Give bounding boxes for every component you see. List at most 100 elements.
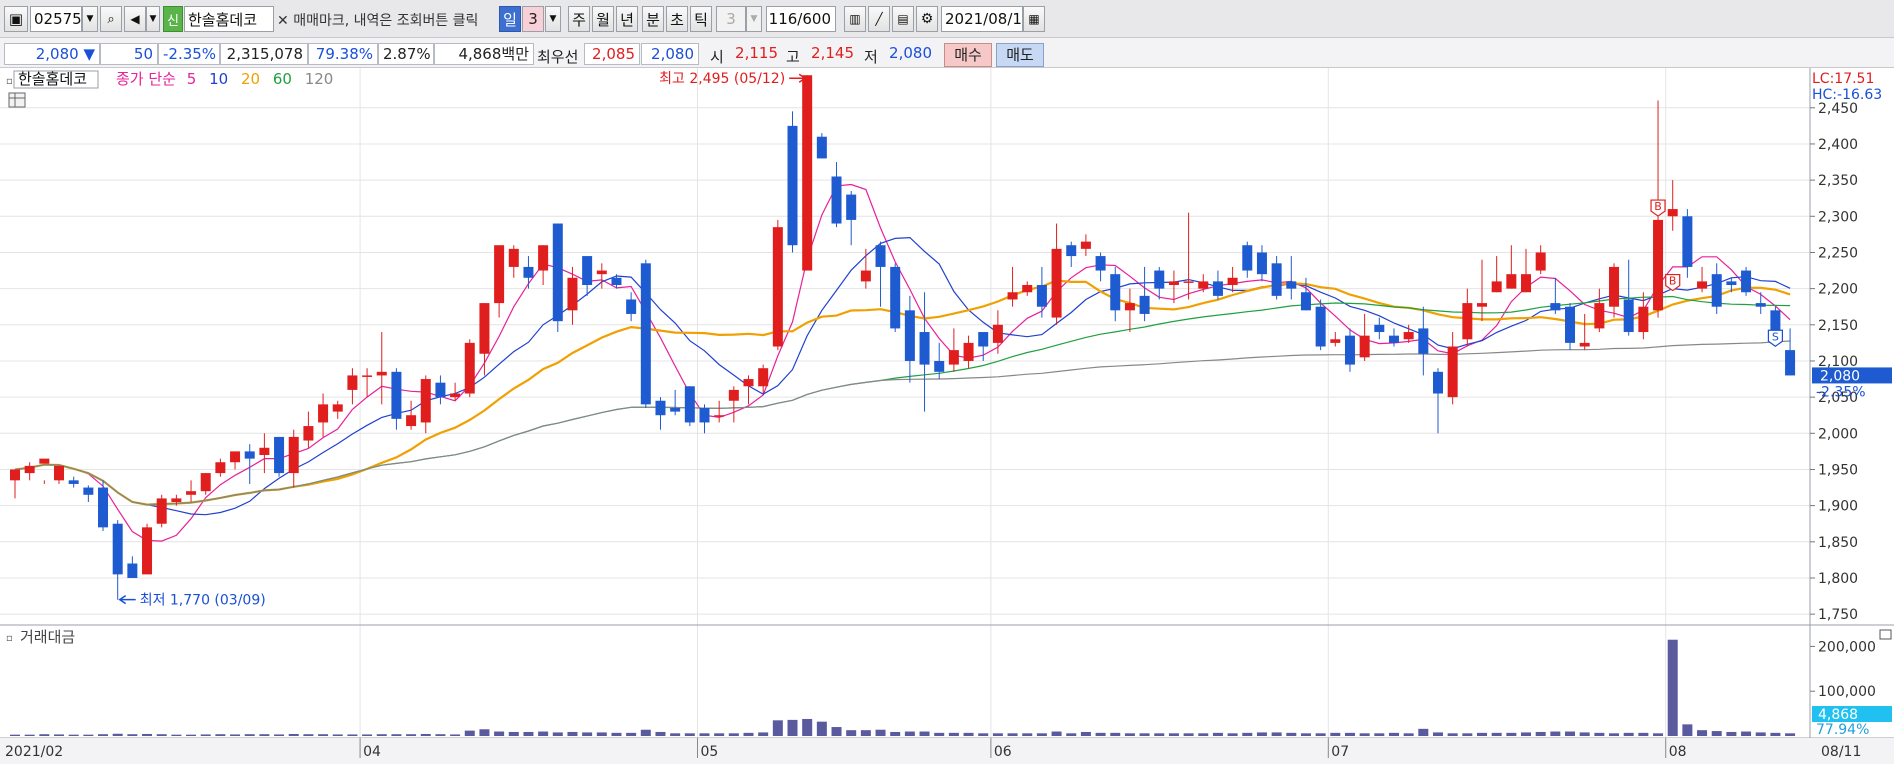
candle-body: [728, 389, 739, 401]
display-count-field[interactable]: 116/600: [766, 6, 836, 32]
code-dropdown-icon[interactable]: ▼: [82, 6, 98, 32]
volume-bar: [919, 731, 930, 736]
time-tick-label: 04: [363, 744, 381, 760]
candle-body: [758, 368, 769, 387]
volume-bar: [508, 731, 519, 736]
volume-bar: [1579, 732, 1590, 736]
candle-body: [1124, 303, 1135, 311]
sell-button[interactable]: 매도: [996, 43, 1044, 67]
chart-menu-icon[interactable]: ▣: [4, 6, 28, 32]
candle-body: [992, 324, 1003, 343]
volume-bar: [904, 731, 915, 736]
price-tick-label: 1,750: [1818, 607, 1858, 623]
candle-body: [230, 451, 241, 463]
candle-body: [362, 375, 373, 377]
buy-button[interactable]: 매수: [944, 43, 992, 67]
volume-bar: [142, 733, 153, 736]
candle-body: [156, 498, 167, 524]
candle-body: [904, 310, 915, 361]
volume-bar: [1521, 732, 1532, 736]
tick-count-dropdown-icon[interactable]: ▼: [746, 6, 762, 32]
volume-bar: [758, 732, 769, 736]
candle-body: [582, 256, 593, 286]
volume-bar: [948, 732, 959, 736]
table-view-icon[interactable]: [8, 92, 26, 108]
candle-body: [1139, 295, 1150, 314]
candle-body: [1491, 281, 1502, 293]
candle-body: [83, 487, 94, 495]
volume-bar: [259, 734, 270, 736]
save-icon[interactable]: ▤: [892, 6, 914, 32]
bid-price: 2,080: [641, 43, 699, 65]
candle-body: [1330, 339, 1341, 343]
period-year-button[interactable]: 년: [616, 6, 638, 32]
candle-body: [1579, 342, 1590, 347]
period-month-label: 월: [596, 10, 610, 29]
volume-panel-title: 거래대금: [20, 628, 75, 646]
volume-bar: [1139, 733, 1150, 736]
sound-dropdown-icon[interactable]: ▼: [146, 6, 160, 32]
collapse-icon[interactable]: ▫: [6, 76, 13, 87]
volume-bar: [875, 729, 886, 736]
display-count-text: 116/600: [768, 10, 831, 28]
candle-body: [1711, 274, 1722, 307]
volume-bar: [450, 734, 461, 736]
volume-bar: [1388, 732, 1399, 736]
line-tool-icon[interactable]: ╱: [868, 6, 890, 32]
high-label-text: 고: [786, 48, 800, 66]
volume-bar: [1506, 732, 1517, 736]
volume-bar: [1315, 733, 1326, 736]
period-minute-button[interactable]: 분: [642, 6, 664, 32]
period-day-count[interactable]: 3: [522, 6, 544, 32]
volume-panel-close-icon[interactable]: [1879, 629, 1892, 640]
candle-body: [1638, 306, 1649, 333]
candle-body: [274, 436, 285, 474]
calendar-icon[interactable]: ▦: [1023, 6, 1045, 32]
period-tick-button[interactable]: 틱: [690, 6, 712, 32]
volume-bar: [860, 730, 871, 736]
period-second-button[interactable]: 초: [666, 6, 688, 32]
candle-body: [508, 248, 519, 267]
date-input[interactable]: 2021/08/11: [941, 6, 1031, 32]
volume-bar: [68, 734, 79, 736]
volume-bar: [98, 734, 109, 736]
period-day-button[interactable]: 일: [499, 6, 521, 32]
period-year-label: 년: [620, 10, 634, 29]
tick-count-field[interactable]: 3: [716, 6, 746, 32]
price-change-pct: -2.35%: [158, 43, 220, 65]
candle-body: [1741, 270, 1752, 293]
stock-name-field[interactable]: 한솔홈데코: [184, 6, 274, 32]
best-quote-label-text: 최우선: [537, 48, 579, 66]
stock-chart-window: ▣ 025750 ▼ ⌕ ◀ ▼ 신 한솔홈데코 ✕ 매매마크, 내역은 조회버…: [0, 0, 1894, 764]
trade-marker-label: S: [1772, 330, 1779, 343]
candle-settings-icon[interactable]: ▥: [844, 6, 866, 32]
volume-bar: [1653, 733, 1664, 736]
candle-body: [1212, 281, 1223, 296]
candle-body: [1388, 335, 1399, 343]
candle-body: [816, 136, 827, 159]
price-tick-label: 2,450: [1818, 101, 1858, 117]
volume-bar: [171, 734, 182, 736]
candle-body: [963, 342, 974, 361]
volume-bar: [787, 719, 798, 736]
price-chart[interactable]: ▫ 한솔홈데코 종가 단순 5 10 20 60 120 LC:17.51 HC…: [0, 68, 1894, 764]
volume-bar: [1638, 732, 1649, 736]
candle-body: [1080, 241, 1091, 249]
candle-body: [1565, 306, 1576, 343]
period-month-button[interactable]: 월: [592, 6, 614, 32]
volume-bar: [1271, 732, 1282, 736]
volume-current-pct-text: 77.94%: [1816, 722, 1869, 738]
stock-code-input[interactable]: 025750: [30, 6, 91, 32]
period-week-button[interactable]: 주: [568, 6, 590, 32]
trade-amount-value: 4,868백만: [458, 45, 529, 63]
volume-bar: [1550, 731, 1561, 736]
period-day-label: 일: [503, 10, 517, 29]
candle-body: [1066, 245, 1077, 257]
volume-collapse-icon[interactable]: ▫: [6, 633, 13, 644]
tick-count-text: 3: [726, 10, 736, 28]
period-count-dropdown-icon[interactable]: ▼: [545, 6, 561, 32]
gear-icon[interactable]: ⚙: [916, 6, 938, 32]
search-icon[interactable]: ⌕: [100, 6, 122, 32]
candle-body: [655, 400, 666, 416]
sound-icon[interactable]: ◀: [124, 6, 146, 32]
